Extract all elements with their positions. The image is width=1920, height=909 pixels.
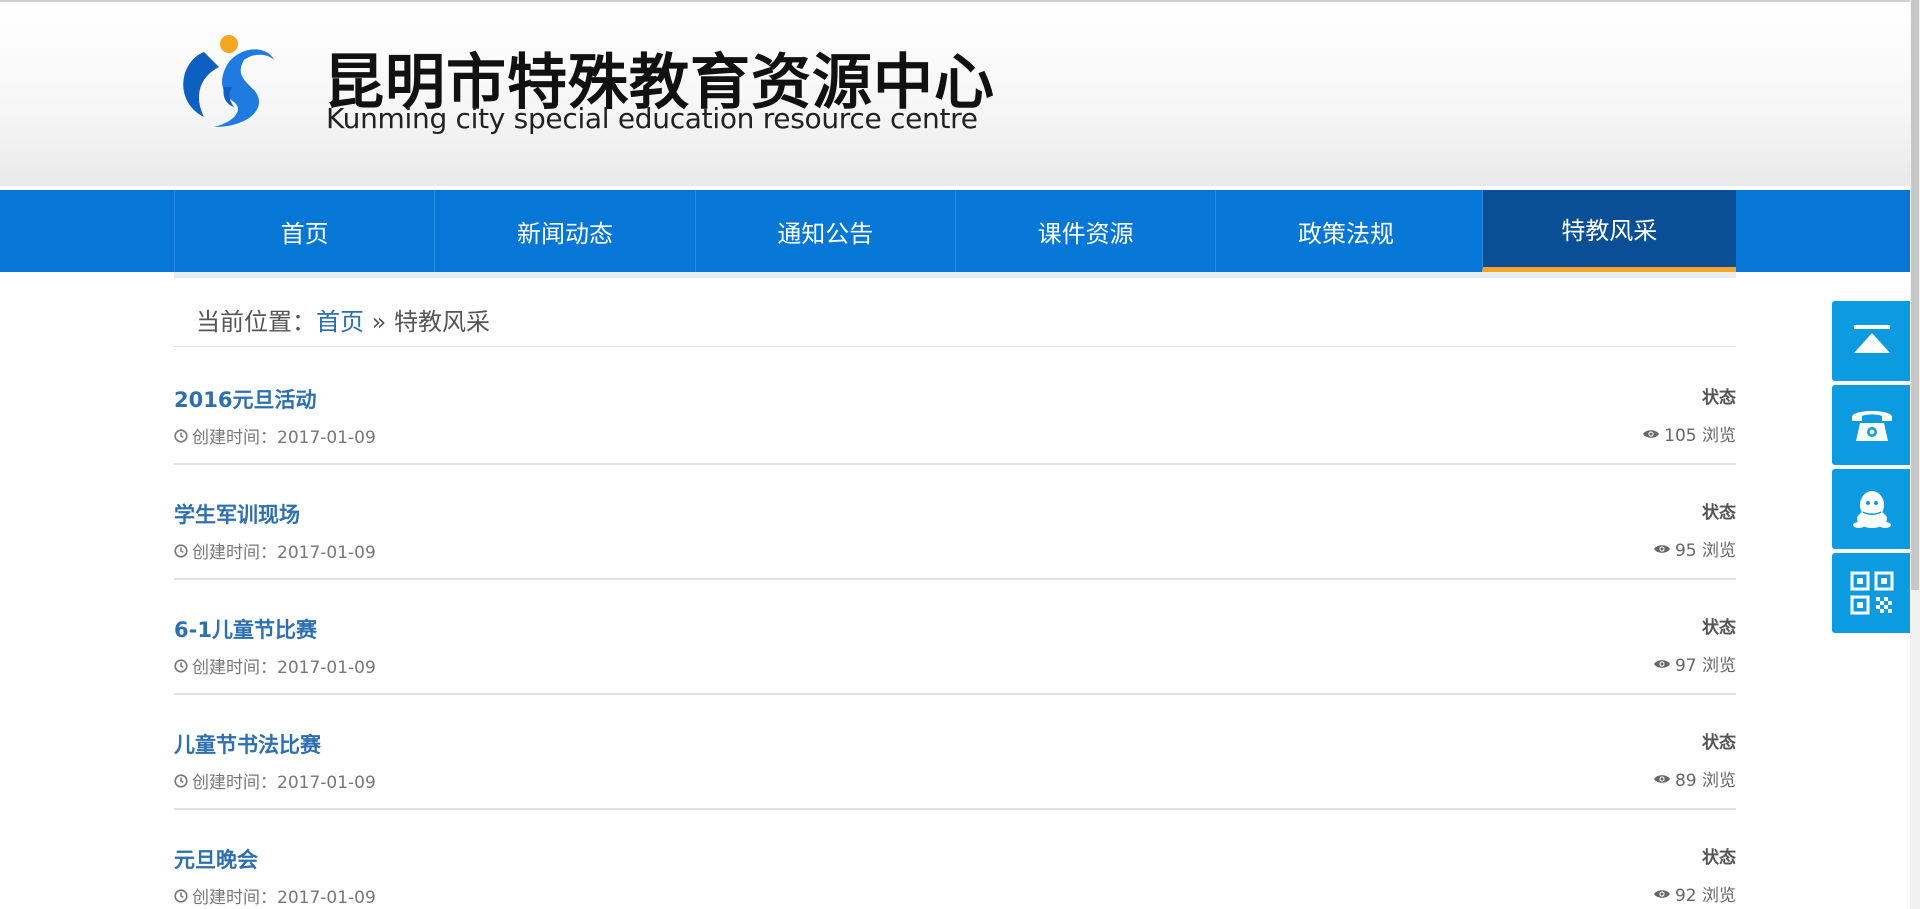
views-text: 92 浏览 (1674, 886, 1736, 906)
main-nav-bar: 首页 新闻动态 通知公告 课件资源 政策法规 特教风采 (0, 190, 1920, 272)
nav-item-home[interactable]: 首页 (174, 190, 434, 272)
site-logo[interactable]: 昆明市特殊教育资源中心 Kunming city special educati… (174, 32, 994, 142)
back-to-top-button[interactable] (1832, 301, 1912, 381)
logo-mark-icon (183, 35, 274, 127)
list-item-status: 状态 (1702, 388, 1736, 408)
eye-icon (1653, 659, 1670, 668)
qr-code-button[interactable] (1832, 553, 1912, 633)
page-scrollbar-thumb[interactable] (1911, 0, 1919, 590)
list-item-created: 创建时间：2017-01-09 (174, 423, 376, 448)
views-text: 89 浏览 (1674, 771, 1736, 791)
list-item-views: 97 浏览 (1653, 651, 1736, 676)
list-item-views: 95 浏览 (1653, 536, 1736, 561)
breadcrumb-home-link[interactable]: 首页 (316, 308, 364, 336)
list-item-created: 创建时间：2017-01-09 (174, 768, 376, 793)
list-item-title-link[interactable]: 6-1儿童节比赛 (174, 614, 317, 644)
qr-code-icon (1850, 571, 1894, 615)
clock-icon (174, 658, 188, 673)
nav-item-notices[interactable]: 通知公告 (694, 190, 955, 272)
article-list: 2016元旦活动 创建时间：2017-01-09 状态 105 浏览 学生军训现… (174, 350, 1736, 909)
nav-item-news[interactable]: 新闻动态 (434, 190, 694, 272)
list-item-status: 状态 (1702, 618, 1736, 638)
list-item-created: 创建时间：2017-01-09 (174, 538, 376, 563)
floating-toolbar (1832, 301, 1912, 637)
qq-button[interactable] (1832, 469, 1912, 549)
nav-item-showcase[interactable]: 特教风采 (1481, 190, 1736, 272)
nav-bottom-strip (174, 272, 1736, 278)
clock-icon (174, 428, 188, 443)
views-text: 105 浏览 (1664, 426, 1736, 446)
list-item-views: 92 浏览 (1653, 881, 1736, 906)
phone-button[interactable] (1832, 385, 1912, 465)
clock-icon (174, 773, 188, 788)
created-text: 创建时间：2017-01-09 (192, 543, 376, 563)
qq-penguin-icon (1853, 491, 1891, 528)
breadcrumb-divider (174, 346, 1736, 347)
nav-item-courseware[interactable]: 课件资源 (954, 190, 1215, 272)
created-text: 创建时间：2017-01-09 (192, 428, 376, 448)
list-item-title-link[interactable]: 学生军训现场 (174, 499, 300, 529)
breadcrumb-separator: » (371, 308, 387, 336)
list-item-title-link[interactable]: 儿童节书法比赛 (174, 729, 321, 759)
eye-icon (1653, 889, 1670, 898)
views-text: 97 浏览 (1674, 656, 1736, 676)
breadcrumb-current: 特教风采 (393, 308, 490, 336)
list-item: 2016元旦活动 创建时间：2017-01-09 状态 105 浏览 (174, 350, 1736, 465)
clock-icon (174, 543, 188, 558)
breadcrumb: 当前位置：首页 » 特教风采 (196, 302, 490, 337)
views-text: 95 浏览 (1674, 541, 1736, 561)
list-item-title-link[interactable]: 2016元旦活动 (174, 384, 316, 414)
phone-icon (1852, 411, 1892, 441)
list-item-status: 状态 (1702, 848, 1736, 868)
created-text: 创建时间：2017-01-09 (192, 773, 376, 793)
list-item-views: 89 浏览 (1653, 766, 1736, 791)
list-item-status: 状态 (1702, 733, 1736, 753)
list-item-views: 105 浏览 (1642, 421, 1736, 446)
main-nav: 首页 新闻动态 通知公告 课件资源 政策法规 特教风采 (174, 190, 1736, 272)
list-item: 儿童节书法比赛 创建时间：2017-01-09 状态 89 浏览 (174, 695, 1736, 810)
list-item-created: 创建时间：2017-01-09 (174, 883, 376, 908)
eye-icon (1643, 429, 1660, 438)
nav-item-policies[interactable]: 政策法规 (1215, 190, 1475, 272)
clock-icon (174, 888, 188, 903)
breadcrumb-prefix: 当前位置： (196, 308, 316, 336)
created-text: 创建时间：2017-01-09 (192, 658, 376, 678)
site-header: 昆明市特殊教育资源中心 Kunming city special educati… (0, 0, 1920, 186)
list-item: 6-1儿童节比赛 创建时间：2017-01-09 状态 97 浏览 (174, 580, 1736, 695)
list-item: 元旦晚会 创建时间：2017-01-09 状态 92 浏览 (174, 810, 1736, 909)
logo-english-title: Kunming city special education resource … (326, 102, 978, 135)
eye-icon (1653, 774, 1670, 783)
list-item: 学生军训现场 创建时间：2017-01-09 状态 95 浏览 (174, 465, 1736, 580)
created-text: 创建时间：2017-01-09 (192, 888, 376, 908)
back-to-top-icon (1854, 325, 1890, 353)
list-item-title-link[interactable]: 元旦晚会 (174, 844, 258, 874)
list-item-status: 状态 (1702, 503, 1736, 523)
list-item-created: 创建时间：2017-01-09 (174, 653, 376, 678)
eye-icon (1653, 544, 1670, 553)
